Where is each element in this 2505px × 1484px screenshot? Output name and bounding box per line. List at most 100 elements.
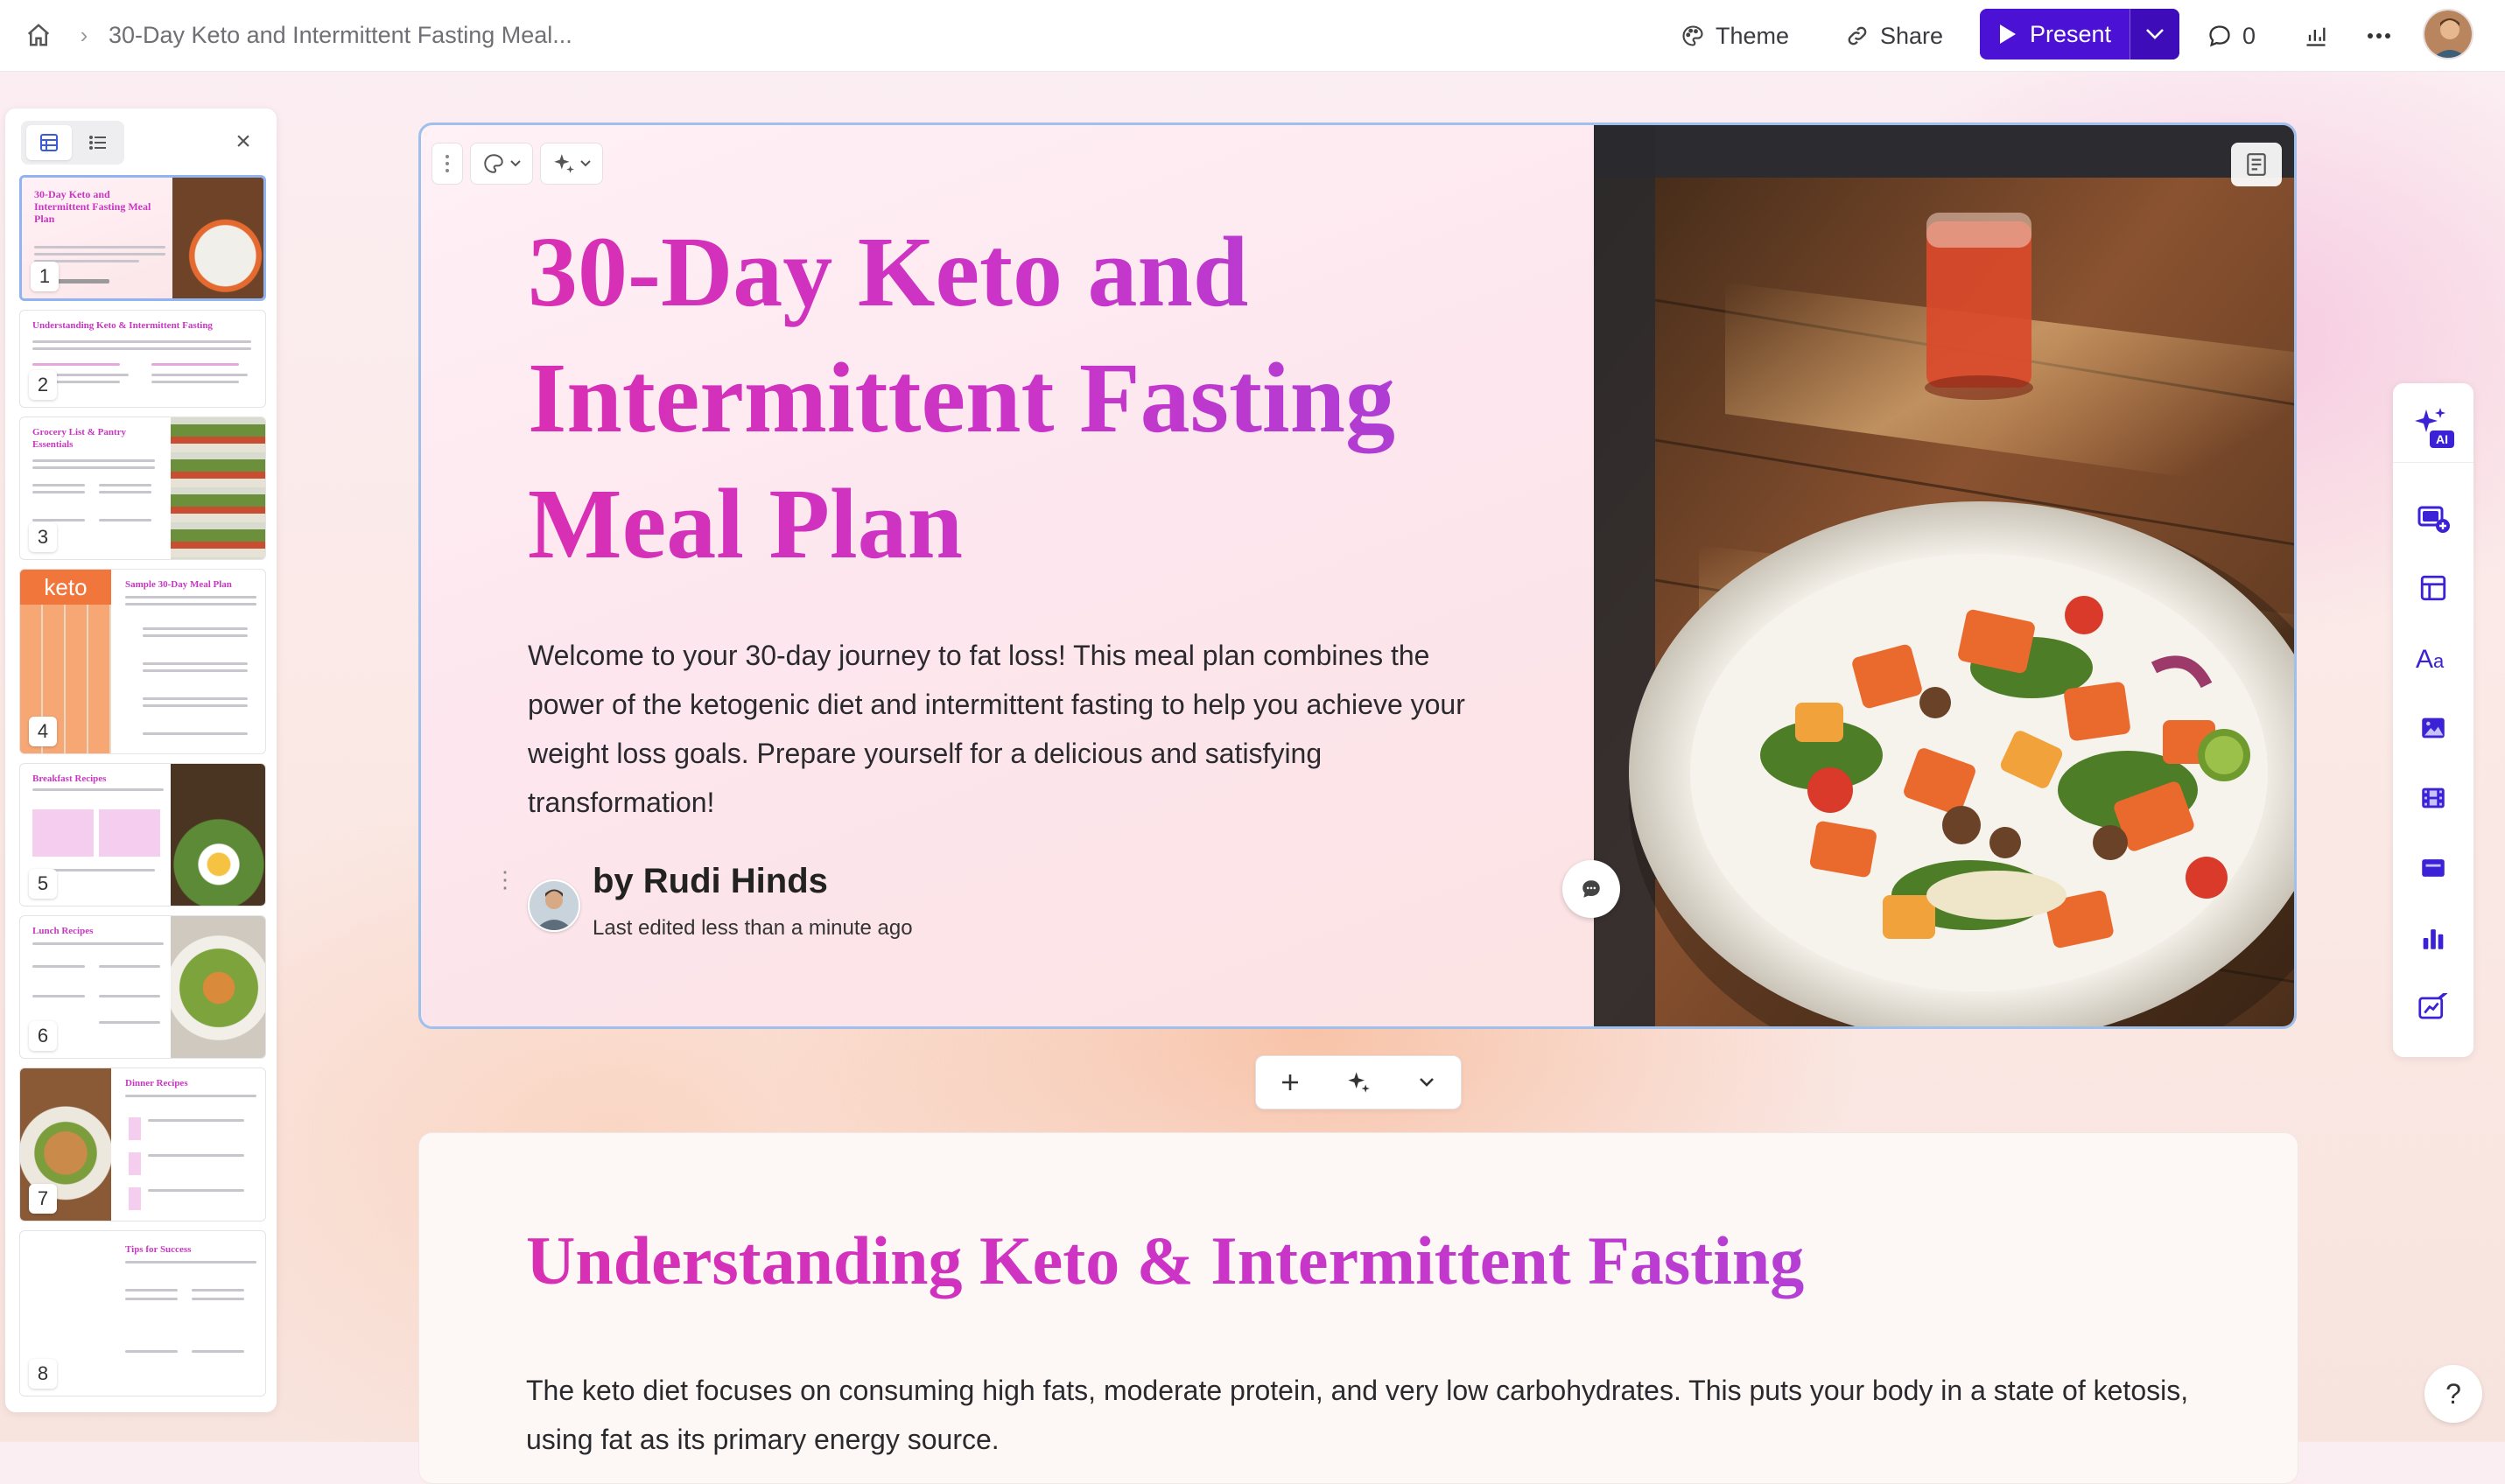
grid-view-button[interactable] [26, 125, 72, 160]
help-button[interactable]: ? [2424, 1365, 2482, 1423]
ai-sparkle-icon: AI [2415, 408, 2454, 448]
add-comment-button[interactable] [1562, 860, 1620, 918]
slide-thumbnail-2[interactable]: Understanding Keto & Intermittent Fastin… [19, 310, 266, 408]
present-button-group: Present [1980, 9, 2179, 60]
present-button[interactable]: Present [1980, 9, 2130, 60]
ai-add-card-button[interactable] [1324, 1056, 1393, 1109]
thumbnail-number: 8 [29, 1359, 57, 1389]
chevron-down-icon [580, 160, 591, 167]
sparkle-icon [1348, 1072, 1370, 1093]
theme-button[interactable]: Theme [1681, 16, 1789, 56]
chevron-down-icon [510, 160, 521, 167]
slide-thumbnail-4[interactable]: keto Sample 30-Day Meal Plan 4 [19, 569, 266, 754]
thumbnail-food-image [172, 178, 263, 298]
palette-icon [484, 154, 503, 173]
add-card-toolbar [1255, 1055, 1462, 1110]
title-card[interactable]: 30-Day Keto and Intermittent Fasting Mea… [418, 122, 2297, 1029]
image-icon [2422, 718, 2445, 738]
last-edited-text: Last edited less than a minute ago [593, 916, 913, 940]
author-block-handle-icon[interactable]: ⋮ [494, 862, 516, 897]
theme-label: Theme [1716, 22, 1790, 49]
thumbnail-number: 4 [29, 717, 57, 746]
thumbnail-fridge-image [171, 417, 265, 559]
thumbnail-title: Dinner Recipes [125, 1078, 188, 1088]
home-icon[interactable] [21, 18, 56, 52]
thumbnail-title: Tips for Success [125, 1244, 192, 1255]
slide-thumbnail-5[interactable]: Breakfast Recipes 5 [19, 763, 266, 906]
list-view-button[interactable] [75, 125, 121, 160]
button-block-icon [2422, 859, 2445, 877]
slides-panel: × 30-Day Keto and Intermittent Fasting M… [5, 108, 277, 1412]
slide-thumbnail-8[interactable]: Tips for Success 8 [19, 1230, 266, 1396]
card-heading[interactable]: Understanding Keto & Intermittent Fastin… [526, 1217, 1804, 1305]
insert-toolbar: AI Aa [2393, 383, 2473, 1057]
palette-icon [1682, 25, 1703, 46]
thumbnail-title: 30-Day Keto and Intermittent Fasting Mea… [34, 188, 151, 225]
speaker-notes-button[interactable] [2231, 143, 2282, 186]
thumbnail-number: 3 [29, 522, 57, 552]
ai-edit-button[interactable] [540, 143, 603, 185]
close-panel-icon[interactable]: × [228, 126, 259, 158]
card-style-button[interactable] [470, 143, 533, 185]
author-name[interactable]: by Rudi Hinds [593, 862, 828, 901]
insert-button-block[interactable] [2393, 840, 2473, 896]
insert-image-button[interactable] [2393, 700, 2473, 756]
author-avatar [528, 879, 580, 932]
view-toggle [21, 121, 124, 164]
thumbnail-lunch-image [171, 916, 265, 1058]
bar-chart-icon [2423, 929, 2444, 949]
comment-count: 0 [2242, 22, 2256, 49]
add-card-options-button[interactable] [1393, 1056, 1461, 1109]
text-style-button[interactable]: Aa [2393, 630, 2473, 686]
slide-thumbnail-6[interactable]: Lunch Recipes 6 [19, 915, 266, 1059]
insert-drawing-button[interactable] [2393, 980, 2473, 1036]
user-avatar[interactable] [2423, 9, 2473, 60]
list-view-icon [89, 136, 106, 150]
comment-icon [2209, 25, 2230, 47]
present-dropdown-button[interactable] [2130, 9, 2179, 60]
top-bar: › 30-Day Keto and Intermittent Fasting M… [0, 0, 2505, 72]
chevron-down-icon [1420, 1078, 1434, 1087]
insert-video-button[interactable] [2393, 770, 2473, 826]
pen-chart-icon [2418, 993, 2448, 1019]
insert-chart-button[interactable] [2393, 910, 2473, 966]
layout-icon [2420, 575, 2446, 601]
comments-button[interactable]: 0 [2207, 16, 2256, 56]
more-horizontal-icon [2368, 33, 2390, 38]
document-title[interactable]: 30-Day Keto and Intermittent Fasting Mea… [109, 19, 572, 51]
analytics-button[interactable] [2304, 16, 2328, 56]
thumbnail-title: Breakfast Recipes [32, 774, 107, 784]
add-card-button[interactable] [1256, 1056, 1324, 1109]
thumbnail-title: Lunch Recipes [32, 926, 94, 936]
present-label: Present [2029, 20, 2112, 47]
play-icon [1999, 24, 2016, 44]
grid-view-icon [40, 134, 58, 151]
thumbnail-title: Grocery List & Pantry Essentials [32, 427, 127, 450]
thumbnail-number: 5 [29, 869, 57, 899]
thumbnail-breakfast-image [171, 764, 265, 906]
slide-thumbnail-7[interactable]: Dinner Recipes 7 [19, 1068, 266, 1222]
content-card-2[interactable]: Understanding Keto & Intermittent Fastin… [418, 1132, 2298, 1484]
thumbnail-number: 2 [29, 370, 57, 400]
hero-body-text[interactable]: Welcome to your 30-day journey to fat lo… [528, 631, 1499, 827]
thumbnail-keto-badge: keto [20, 570, 111, 605]
slide-thumbnail-3[interactable]: Grocery List & Pantry Essentials 3 [19, 416, 266, 560]
ai-assistant-button[interactable]: AI [2393, 392, 2473, 463]
drag-handle-icon[interactable] [432, 143, 463, 185]
card-body-text[interactable]: The keto diet focuses on consuming high … [526, 1366, 2242, 1464]
svg-text:AI: AI [2436, 432, 2448, 446]
thumbnail-number: 7 [29, 1184, 57, 1214]
hero-title[interactable]: 30-Day Keto and Intermittent Fasting Mea… [528, 209, 1473, 587]
keto-salad-image[interactable] [1594, 125, 2294, 1026]
link-icon [1848, 26, 1867, 46]
svg-text:a: a [2433, 650, 2445, 672]
add-card-template-button[interactable] [2393, 490, 2473, 546]
card-toolbar [432, 143, 603, 185]
comment-icon [1582, 880, 1600, 898]
share-button[interactable]: Share [1845, 16, 1943, 56]
thumbnail-number: 1 [31, 262, 59, 291]
text-style-icon: Aa [2416, 645, 2445, 673]
slide-thumbnail-1[interactable]: 30-Day Keto and Intermittent Fasting Mea… [19, 175, 266, 301]
layout-button[interactable] [2393, 560, 2473, 616]
more-options-button[interactable] [2367, 16, 2391, 56]
